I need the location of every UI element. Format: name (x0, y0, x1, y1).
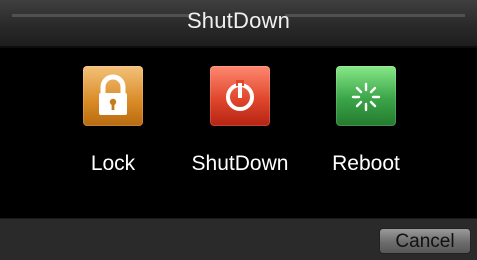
dialog-title: ShutDown (186, 8, 291, 33)
cancel-button[interactable]: Cancel (379, 228, 471, 254)
reboot-icon[interactable] (336, 66, 396, 126)
shutdown-dialog: ShutDown Lock ShutDown Reboot Cancel (0, 0, 477, 260)
lock-action[interactable]: Lock (48, 66, 178, 176)
title-bar: ShutDown (0, 0, 477, 48)
dialog-footer: Cancel (0, 218, 477, 260)
reboot-action[interactable]: Reboot (301, 66, 431, 176)
lock-icon[interactable] (83, 66, 143, 126)
shutdown-label: ShutDown (191, 152, 289, 175)
reboot-label: Reboot (332, 152, 400, 175)
actions-panel: Lock ShutDown Reboot (0, 48, 477, 218)
power-icon[interactable] (210, 66, 270, 126)
lock-label: Lock (90, 152, 136, 175)
shutdown-action[interactable]: ShutDown (175, 66, 305, 176)
